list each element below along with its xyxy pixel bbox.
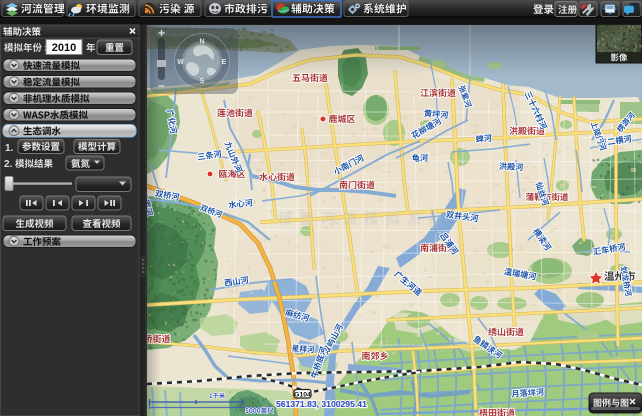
svg-text:S: S — [200, 78, 205, 85]
svg-text:2.: 2. — [4, 159, 13, 170]
svg-text:W: W — [177, 59, 184, 66]
svg-text:1.: 1. — [5, 143, 14, 154]
svg-text:E: E — [222, 59, 227, 66]
svg-text:2010: 2010 — [52, 42, 76, 54]
svg-text:G104: G104 — [294, 391, 311, 398]
svg-text:N: N — [199, 39, 204, 46]
svg-text:561371.83, 3100295.41: 561371.83, 3100295.41 — [276, 399, 367, 409]
